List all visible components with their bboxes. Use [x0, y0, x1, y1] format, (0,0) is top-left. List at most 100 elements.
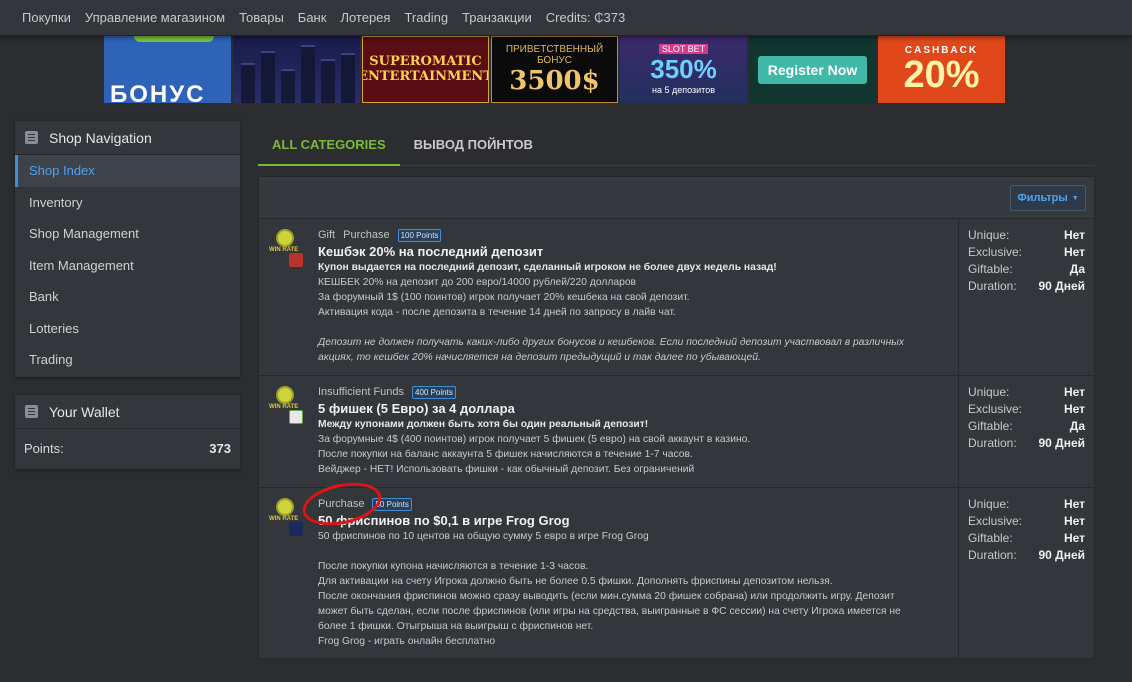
building-shape — [321, 59, 335, 103]
filters-label: Фильтры — [1017, 192, 1068, 204]
shop-item: WIN RATE Gift Purchase 100 Points Кешбэк… — [259, 219, 1094, 376]
item-title: Кешбэк 20% на последний депозит — [318, 244, 544, 259]
sun-logo-icon — [278, 388, 292, 402]
banner-ad-slotbet[interactable]: SLOT BET 350% на 5 депозитов — [620, 36, 747, 103]
banner-pill-shape — [134, 36, 214, 42]
list-icon — [25, 131, 38, 144]
tag-insufficient-funds: Insufficient Funds — [318, 386, 405, 398]
meta-label: Unique: — [968, 228, 1010, 242]
meta-value: Нет — [1063, 531, 1085, 545]
meta-label: Duration: — [968, 279, 1017, 293]
meta-label: Duration: — [968, 436, 1017, 450]
meta-label: Giftable: — [968, 419, 1013, 433]
tag-purchase[interactable]: Purchase — [343, 229, 389, 241]
item-tags: Insufficient Funds 400 Points — [318, 384, 948, 400]
building-shape — [281, 69, 295, 103]
meta-value: Нет — [1063, 385, 1085, 399]
sidebar-item-inventory[interactable]: Inventory — [15, 187, 240, 219]
nav-link-trading[interactable]: Trading — [404, 10, 448, 25]
meta-unique: Unique: Нет — [968, 496, 1085, 513]
meta-label: Unique: — [968, 497, 1010, 511]
register-now-button[interactable]: Register Now — [757, 55, 868, 84]
sidebar-item-shop-management[interactable]: Shop Management — [15, 218, 240, 250]
tab-withdraw-points[interactable]: ВЫВОД ПОЙНТОВ — [400, 128, 547, 166]
top-navigation: Покупки Управление магазином Товары Банк… — [0, 0, 1132, 36]
meta-label: Unique: — [968, 385, 1010, 399]
desc-line: За форумный 1$ (100 поинтов) игрок получ… — [318, 292, 690, 303]
item-title: 5 фишек (5 Евро) за 4 доллара — [318, 401, 515, 416]
desc-line: После окончания фриспинов можно сразу вы… — [318, 591, 895, 602]
banner-5-sub: на 5 депозитов — [652, 85, 715, 95]
meta-label: Giftable: — [968, 262, 1013, 276]
desc-line: 50 фриспинов по 10 центов на общую сумму… — [318, 531, 649, 542]
wallet-points-row: Points: 373 — [15, 429, 240, 467]
item-description: Купон выдается на последний депозит, сде… — [318, 260, 948, 365]
building-shape — [301, 45, 315, 103]
sidebar-item-shop-index[interactable]: Shop Index — [15, 155, 240, 187]
desc-line: Активация кода - после депозита в течени… — [318, 307, 676, 318]
points-label: Points: — [24, 440, 64, 456]
banner-ad-cashback[interactable]: CASHBACK 20% — [878, 36, 1005, 103]
meta-duration: Duration: 90 Дней — [968, 278, 1085, 295]
category-tabs: ALL CATEGORIES ВЫВОД ПОЙНТОВ — [258, 128, 1095, 166]
wallet-panel: Your Wallet Points: 373 — [15, 395, 240, 469]
meta-label: Exclusive: — [968, 514, 1023, 528]
nav-link-purchases[interactable]: Покупки — [22, 10, 71, 25]
item-description: 50 фриспинов по 10 центов на общую сумму… — [318, 529, 948, 649]
banner-ad-welcome-bonus[interactable]: ПРИВЕТСТВЕННЫЙ БОНУС 3500$ — [491, 36, 618, 103]
tab-all-categories[interactable]: ALL CATEGORIES — [258, 128, 400, 166]
credits-display: Credits: ₵373 — [545, 10, 626, 25]
caret-down-icon: ▼ — [1071, 194, 1079, 202]
sun-logo-icon — [278, 231, 292, 245]
building-shape — [341, 53, 355, 103]
meta-value: 90 Дней — [1038, 436, 1085, 450]
banner-1-logo: БОНУС — [110, 81, 206, 103]
meta-value: 90 Дней — [1038, 548, 1085, 562]
price-badge: 100 Points — [397, 228, 442, 242]
item-body: Purchase 50 Points 50 фриспинов по $0,1 … — [318, 496, 948, 649]
banner-4-line1: ПРИВЕТСТВЕННЫЙ — [505, 43, 604, 55]
sun-logo-icon — [278, 500, 292, 514]
banner-ad-superomatic[interactable]: SUPEROMATIC ENTERTAINMENT — [362, 36, 489, 103]
item-body: Gift Purchase 100 Points Кешбэк 20% на п… — [318, 227, 948, 365]
tag-gift[interactable]: Gift — [318, 229, 335, 241]
meta-giftable: Giftable: Нет — [968, 530, 1085, 547]
meta-exclusive: Exclusive: Нет — [968, 513, 1085, 530]
price-badge: 400 Points — [412, 385, 456, 399]
meta-unique: Unique: Нет — [968, 227, 1085, 244]
desc-line: После покупки на баланс аккаунта 5 фишек… — [318, 449, 693, 460]
meta-label: Exclusive: — [968, 245, 1023, 259]
item-title: 50 фриспинов по $0,1 в игре Frog Grog — [318, 513, 570, 528]
shop-navigation-header: Shop Navigation — [15, 121, 240, 155]
sidebar-item-lotteries[interactable]: Lotteries — [15, 313, 240, 345]
banner-5-amount: 350% — [650, 54, 717, 84]
wallet-title: Your Wallet — [49, 403, 120, 420]
banner-ad-1[interactable]: БОНУС — [104, 36, 231, 103]
desc-line: За форумные 4$ (400 поинтов) игрок получ… — [318, 434, 751, 445]
building-shape — [261, 51, 275, 103]
gift-icon — [289, 253, 303, 267]
points-value: 373 — [209, 440, 231, 456]
desc-spacer — [318, 320, 948, 335]
chips-icon — [289, 410, 303, 424]
sidebar-item-item-management[interactable]: Item Management — [15, 250, 240, 282]
item-meta: Unique: Нет Exclusive: Нет Giftable: Да Dur… — [958, 376, 1094, 487]
meta-label: Duration: — [968, 548, 1017, 562]
sidebar-item-bank[interactable]: Bank — [15, 281, 240, 313]
item-body: Insufficient Funds 400 Points 5 фишек (5… — [318, 384, 948, 477]
nav-link-transactions[interactable]: Транзакции — [462, 10, 532, 25]
nav-link-items[interactable]: Товары — [239, 10, 284, 25]
meta-giftable: Giftable: Да — [968, 418, 1085, 435]
meta-value: Нет — [1063, 514, 1085, 528]
filters-dropdown-button[interactable]: Фильтры ▼ — [1010, 185, 1086, 211]
nav-link-lottery[interactable]: Лотерея — [340, 10, 390, 25]
sidebar-item-trading[interactable]: Trading — [15, 344, 240, 376]
banner-ad-register[interactable]: Register Now — [749, 36, 876, 103]
nav-link-shop-management[interactable]: Управление магазином — [85, 10, 225, 25]
meta-exclusive: Exclusive: Нет — [968, 244, 1085, 261]
desc-line: Вейджер - НЕТ! Использовать фишки - как … — [318, 464, 695, 475]
meta-value: 90 Дней — [1038, 279, 1085, 293]
shop-item: WIN RATE Purchase 50 Points 50 фриспинов… — [259, 488, 1094, 659]
nav-link-bank[interactable]: Банк — [298, 10, 327, 25]
banner-ad-2[interactable] — [233, 36, 360, 103]
